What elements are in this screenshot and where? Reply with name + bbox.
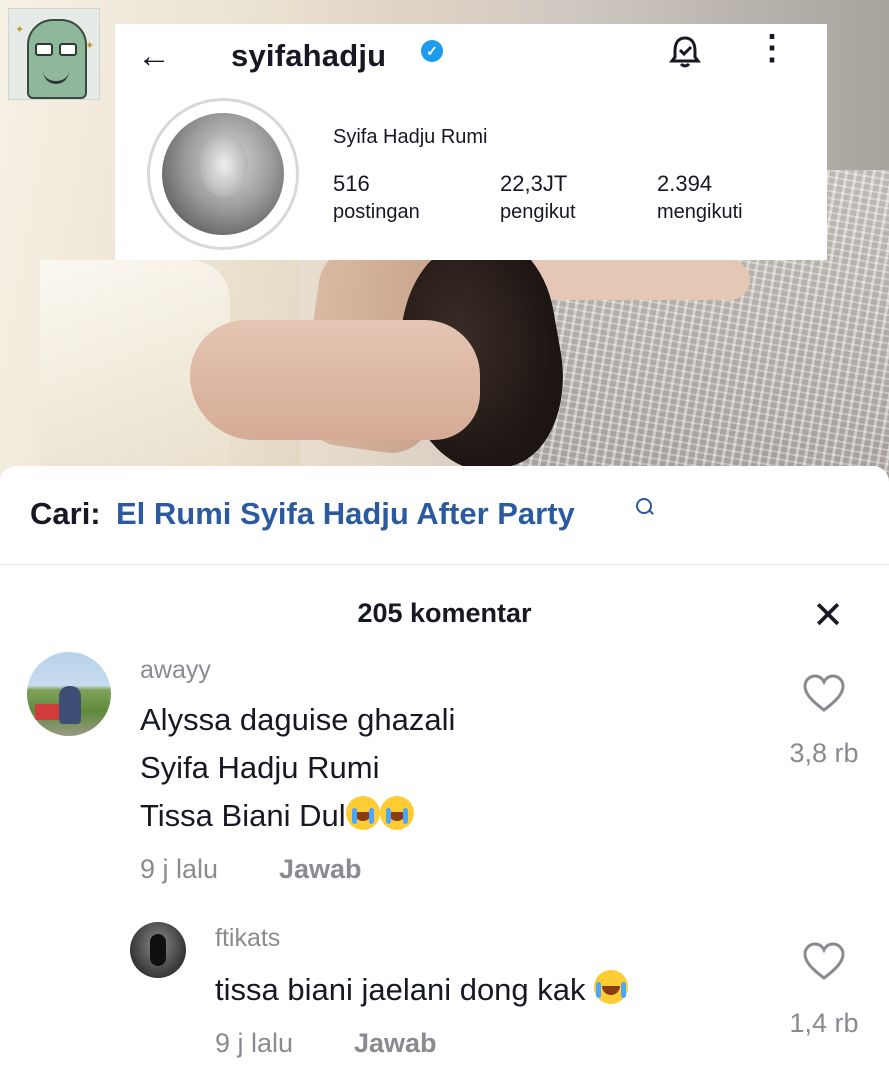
heart-icon[interactable] [802, 942, 846, 982]
comment-line-text: Tissa Biani Dul [140, 798, 346, 833]
stat-following: 2.394 mengikuti [657, 170, 743, 226]
comment-text: tissa biani jaelani dong kak [215, 966, 629, 1014]
search-suggestion[interactable]: Cari: El Rumi Syifa Hadju After Party [0, 466, 889, 565]
comment-line: Tissa Biani Dul [140, 792, 455, 840]
stat-label: pengikut [500, 201, 576, 223]
reply-button[interactable]: Jawab [354, 1028, 437, 1059]
hand [190, 320, 480, 440]
commenter-avatar[interactable] [27, 652, 111, 736]
comment-text: Alyssa daguise ghazali Syifa Hadju Rumi … [140, 696, 455, 840]
search-query-link[interactable]: El Rumi Syifa Hadju After Party [116, 496, 575, 532]
stat-value: 22,3JT [500, 171, 568, 196]
crying-face-icon [345, 796, 380, 830]
comment-line: Alyssa daguise ghazali [140, 702, 456, 737]
verified-badge-icon: ✓ [421, 40, 443, 62]
profile-username: syifahadju [231, 38, 387, 73]
stat-label: mengikuti [657, 201, 743, 223]
commenter-avatar[interactable] [130, 922, 186, 978]
back-arrow-icon: ← [137, 37, 171, 75]
comment-username[interactable]: ftikats [215, 924, 280, 953]
stat-followers: 22,3JT pengikut [500, 170, 576, 226]
more-options-icon: ⋮ [755, 29, 789, 67]
like-count: 3,8 rb [789, 738, 859, 768]
bell-icon [669, 36, 701, 68]
stat-value: 516 [333, 171, 370, 196]
crying-face-icon [379, 796, 414, 830]
close-icon[interactable]: ✕ [808, 596, 848, 636]
laughing-tears-icon [594, 970, 629, 1004]
sticker-avatar: ✦ ✦ [8, 8, 100, 100]
dress-skin [520, 260, 750, 300]
profile-avatar [162, 113, 284, 235]
instagram-profile-card: ← syifahadju ✓ ⋮ Syifa Hadju Rumi 516 po… [115, 24, 827, 260]
comment-line: Syifa Hadju Rumi [140, 750, 380, 785]
like-count: 1,4 rb [789, 1008, 859, 1038]
comment-time: 9 j lalu [215, 1028, 294, 1058]
stat-value: 2.394 [657, 171, 713, 196]
comment-line: tissa biani jaelani dong kak [215, 972, 586, 1007]
comments-count-title: 205 komentar [357, 598, 532, 628]
video-background-photo[interactable]: ✦ ✦ ← syifahadju ✓ ⋮ Syifa Hadju Rumi 51… [0, 0, 889, 500]
search-prefix: Cari: [30, 496, 101, 531]
profile-avatar-ring [147, 98, 299, 250]
profile-full-name: Syifa Hadju Rumi [333, 126, 488, 148]
reply-button[interactable]: Jawab [279, 854, 362, 885]
stat-label: postingan [333, 201, 420, 223]
comment-time: 9 j lalu [140, 854, 219, 884]
heart-icon[interactable] [802, 674, 846, 714]
stat-posts: 516 postingan [333, 170, 420, 226]
comment-username[interactable]: awayy [140, 656, 211, 685]
search-icon [636, 498, 652, 514]
